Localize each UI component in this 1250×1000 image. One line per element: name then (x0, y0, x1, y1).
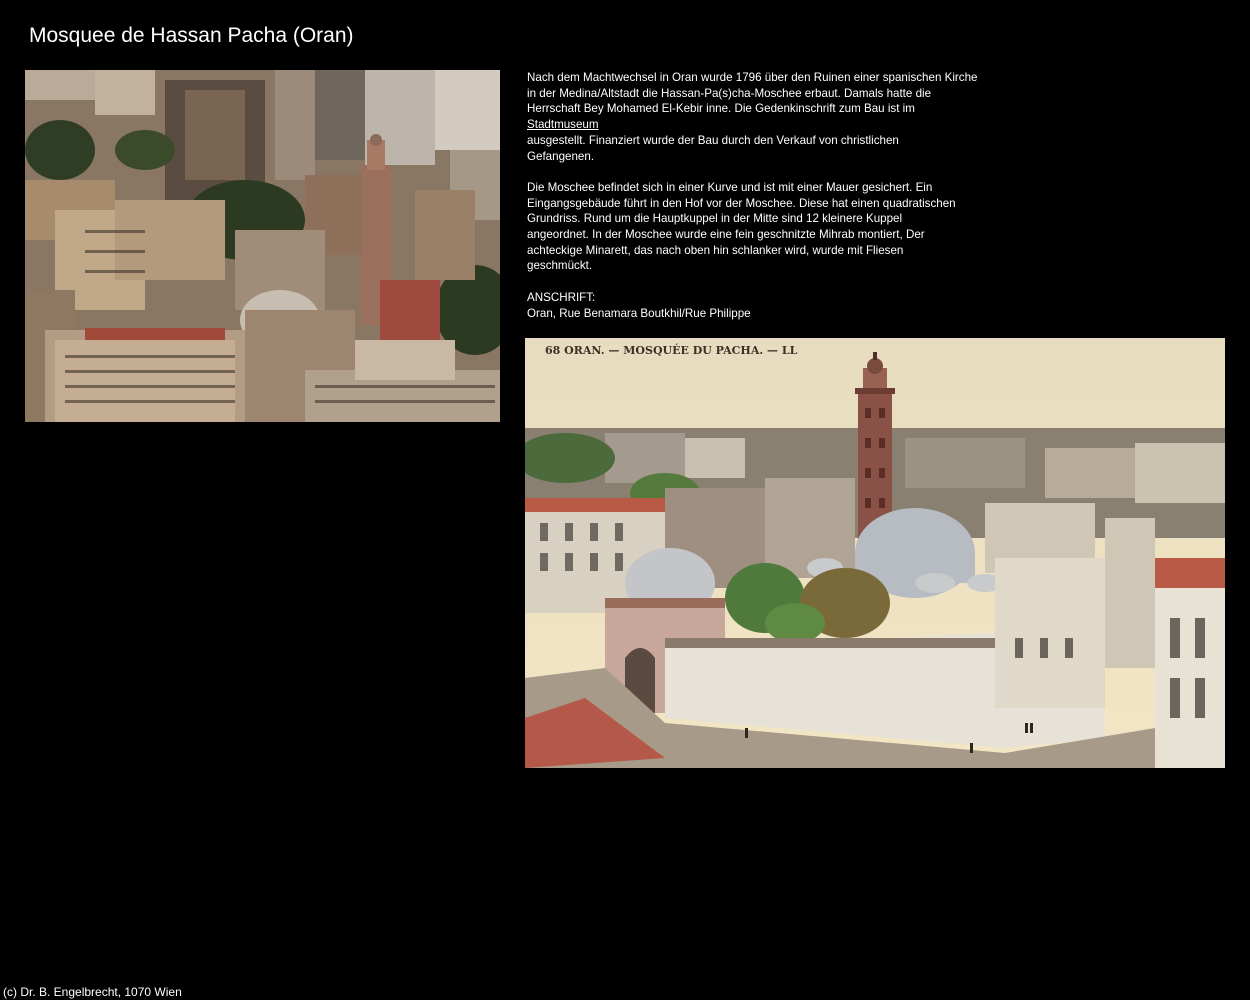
desc-line: Die Moschee befindet sich in einer Kurve… (527, 180, 933, 194)
desc-line: in der Medina/Altstadt die Hassan-Pa(s)c… (527, 86, 932, 100)
stadtmuseum-link[interactable]: Stadtmuseum (527, 118, 599, 131)
address-label: ANSCHRIFT: (527, 290, 596, 304)
mosque-postcard-photo: 68 ORAN. — MOSQUÉE DU PACHA. — LL (525, 338, 1225, 768)
mosque-aerial-photo (25, 70, 500, 422)
desc-line: Grundriss. Rund um die Hauptkuppel in de… (527, 212, 903, 226)
aerial-photo-image (25, 70, 500, 422)
desc-line: achteckige Minarett, das nach oben hin s… (527, 243, 904, 257)
address-value: Oran, Rue Benamara Boutkhil/Rue Philippe (527, 306, 751, 320)
page-title: Mosquee de Hassan Pacha (Oran) (29, 24, 354, 47)
copyright-footer: (c) Dr. B. Engelbrecht, 1070 Wien (3, 985, 182, 999)
desc-line: ausgestellt. Finanziert wurde der Bau du… (527, 133, 899, 147)
postcard-image: 68 ORAN. — MOSQUÉE DU PACHA. — LL (525, 338, 1225, 768)
desc-line: Eingangsgebäude führt in den Hof vor der… (527, 196, 956, 210)
desc-line: Herrschaft Bey Mohamed El-Kebir inne. Di… (527, 102, 915, 116)
mosque-description: Nach dem Machtwechsel in Oran wurde 1796… (527, 70, 1007, 321)
desc-line: angeordnet. In der Moschee wurde eine fe… (527, 228, 925, 242)
postcard-caption: 68 ORAN. — MOSQUÉE DU PACHA. — LL (545, 343, 798, 357)
desc-line: Gefangenen. (527, 149, 595, 163)
desc-line: Nach dem Machtwechsel in Oran wurde 1796… (527, 71, 978, 84)
desc-line: geschmückt. (527, 259, 593, 273)
